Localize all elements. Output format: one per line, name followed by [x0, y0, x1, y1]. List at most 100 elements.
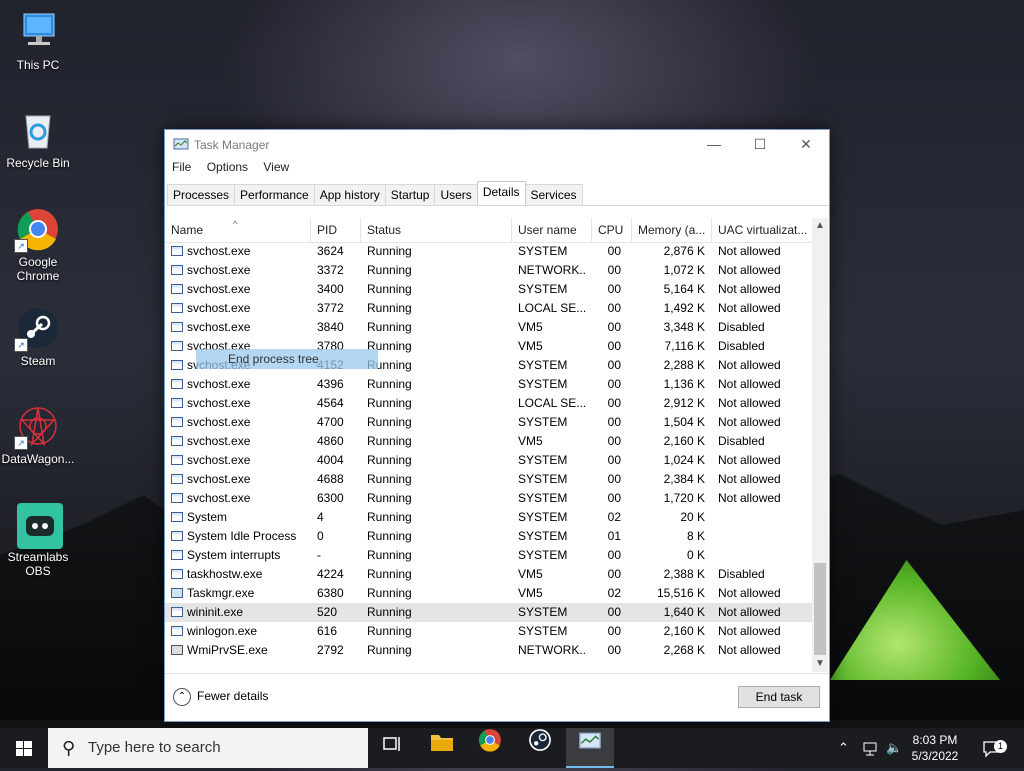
process-icon	[171, 550, 183, 560]
cell-memory: 8 K	[686, 529, 705, 543]
cell-user-name: VM5	[518, 339, 543, 353]
table-row[interactable]: svchost.exe 4688 Running SYSTEM 00 2,384 K Not…	[165, 470, 812, 489]
shortcut-arrow-icon: ↗	[14, 239, 28, 253]
column-memory[interactable]: Memory (a...	[632, 218, 712, 242]
file-explorer-icon[interactable]	[418, 728, 466, 768]
scroll-down-icon[interactable]: ▼	[812, 656, 828, 672]
minimize-button[interactable]: —	[691, 130, 737, 158]
table-row[interactable]: taskhostw.exe 4224 Running VM5 00 2,388 K Disa…	[165, 565, 812, 584]
cell-cpu: 00	[607, 301, 621, 315]
table-row[interactable]: svchost.exe 3624 Running SYSTEM 00 2,876 K Not…	[165, 242, 812, 261]
table-row[interactable]: svchost.exe 4396 Running SYSTEM 00 1,136 K Not…	[165, 375, 812, 394]
cell-pid: 3772	[317, 301, 344, 315]
table-row[interactable]: svchost.exe 4700 Running SYSTEM 00 1,504 K Not…	[165, 413, 812, 432]
cell-memory: 2,160 K	[663, 624, 705, 638]
tab-details[interactable]: Details	[476, 181, 526, 205]
streamlabs-icon	[16, 502, 63, 549]
end-task-button[interactable]: End task	[738, 686, 820, 708]
column-cpu[interactable]: CPU	[592, 218, 632, 242]
process-icon	[171, 303, 183, 313]
table-row[interactable]: wininit.exe 520 Running SYSTEM 00 1,640 K Not …	[165, 603, 812, 622]
cell-cpu: 00	[607, 282, 621, 296]
table-row[interactable]: svchost.exe 3400 Running SYSTEM 00 5,164 K Not…	[165, 280, 812, 299]
cell-user-name: SYSTEM	[518, 282, 568, 296]
table-row[interactable]: svchost.exe 4564 Running LOCAL SE... 00 2,912…	[165, 394, 812, 413]
title-bar[interactable]: Task Manager — ☐ ✕	[165, 130, 829, 158]
this-pc-icon	[16, 10, 60, 54]
menu-file[interactable]: File	[172, 160, 191, 174]
cell-uac: Not allowed	[718, 415, 781, 429]
cell-user-name: SYSTEM	[518, 377, 568, 391]
column-user-name[interactable]: User name	[512, 218, 592, 242]
desktop-icon-label: DataWagon...	[1, 452, 75, 466]
tab-startup[interactable]: Startup	[384, 184, 436, 205]
desktop-icon-streamlabs-obs[interactable]: Streamlabs OBS	[0, 502, 76, 578]
table-row[interactable]: System interrupts - Running SYSTEM 00 0 K	[165, 546, 812, 565]
scroll-thumb[interactable]	[814, 563, 826, 655]
table-row[interactable]: Taskmgr.exe 6380 Running VM5 02 15,516 K Not a…	[165, 584, 812, 603]
task-manager-taskbar-icon[interactable]	[566, 728, 614, 768]
fewer-details-button[interactable]: ⌃ Fewer details	[173, 688, 268, 706]
table-row[interactable]: svchost.exe 3840 Running VM5 00 3,348 K Disabl…	[165, 318, 812, 337]
menu-options[interactable]: Options	[207, 160, 248, 174]
taskbar-search-box[interactable]: ⚲ Type here to search	[48, 728, 368, 768]
scroll-up-icon[interactable]: ▲	[812, 218, 828, 234]
table-row[interactable]: svchost.exe 3772 Running LOCAL SE... 00 1,492…	[165, 299, 812, 318]
action-center-icon[interactable]: 1	[982, 728, 1007, 768]
cell-user-name: SYSTEM	[518, 510, 568, 524]
desktop-icon-google-chrome[interactable]: ↗ Google Chrome	[0, 207, 76, 283]
process-icon	[171, 569, 183, 579]
cell-user-name: SYSTEM	[518, 244, 568, 258]
table-row[interactable]: winlogon.exe 616 Running SYSTEM 00 2,160 K Not…	[165, 622, 812, 641]
cell-uac: Not allowed	[718, 301, 781, 315]
cell-status: Running	[367, 377, 412, 391]
start-button[interactable]	[0, 728, 48, 768]
cell-status: Running	[367, 510, 412, 524]
tab-users[interactable]: Users	[434, 184, 478, 205]
column-pid[interactable]: PID	[311, 218, 361, 242]
table-row[interactable]: System 4 Running SYSTEM 02 20 K	[165, 508, 812, 527]
process-icon	[171, 417, 183, 427]
table-row[interactable]: System Idle Process 0 Running SYSTEM 01 8 K	[165, 527, 812, 546]
volume-icon[interactable]: 🔈	[886, 728, 902, 768]
menu-view[interactable]: View	[263, 160, 289, 174]
cell-name: svchost.exe	[171, 489, 311, 508]
tab-services[interactable]: Services	[524, 184, 583, 205]
tab-processes[interactable]: Processes	[167, 184, 236, 205]
cell-status: Running	[367, 434, 412, 448]
network-icon[interactable]	[862, 728, 880, 768]
table-row[interactable]: svchost.exe 4004 Running SYSTEM 00 1,024 K Not…	[165, 451, 812, 470]
cell-memory: 15,516 K	[656, 586, 705, 600]
cell-status: Running	[367, 339, 412, 353]
task-view-icon[interactable]	[368, 728, 416, 768]
column-uac-virtualization[interactable]: UAC virtualizat...	[712, 218, 812, 242]
show-hidden-icons-chevron-icon[interactable]: ⌃	[838, 728, 849, 768]
shortcut-arrow-icon: ↗	[14, 436, 28, 450]
maximize-button[interactable]: ☐	[737, 130, 783, 158]
cell-memory: 2,388 K	[663, 567, 705, 581]
vertical-scrollbar[interactable]: ▲ ▼	[812, 218, 828, 672]
table-row[interactable]: svchost.exe 4860 Running VM5 00 2,160 K Disabl…	[165, 432, 812, 451]
close-button[interactable]: ✕	[783, 130, 829, 158]
cell-name: svchost.exe	[171, 470, 311, 489]
clock[interactable]: 8:03 PM 5/3/2022	[905, 732, 965, 764]
chrome-taskbar-icon[interactable]	[466, 728, 514, 768]
tab-performance[interactable]: Performance	[234, 184, 315, 205]
desktop-icon-datawagon[interactable]: ↗ DataWagon...	[0, 404, 76, 466]
table-row[interactable]: WmiPrvSE.exe 2792 Running NETWORK... 00 2,268…	[165, 641, 812, 660]
desktop-icon-this-pc[interactable]: This PC	[0, 10, 76, 72]
cell-memory: 3,348 K	[663, 320, 705, 334]
cell-user-name: SYSTEM	[518, 472, 568, 486]
cell-memory: 1,024 K	[663, 453, 705, 467]
column-name[interactable]: Name ^	[165, 218, 311, 242]
process-table: Name ^ PID Status User name CPU Memory (a…	[165, 218, 812, 657]
tab-app-history[interactable]: App history	[313, 184, 386, 205]
table-row[interactable]: svchost.exe 6300 Running SYSTEM 00 1,720 K Not…	[165, 489, 812, 508]
desktop-icon-steam[interactable]: ↗ Steam	[0, 306, 76, 368]
table-row[interactable]: svchost.exe 3372 Running NETWORK... 00 1,072 …	[165, 261, 812, 280]
search-placeholder: Type here to search	[88, 739, 221, 756]
steam-taskbar-icon[interactable]	[516, 728, 564, 768]
column-status[interactable]: Status	[361, 218, 512, 242]
cell-name: Taskmgr.exe	[171, 584, 311, 603]
desktop-icon-recycle-bin[interactable]: Recycle Bin	[0, 108, 76, 170]
